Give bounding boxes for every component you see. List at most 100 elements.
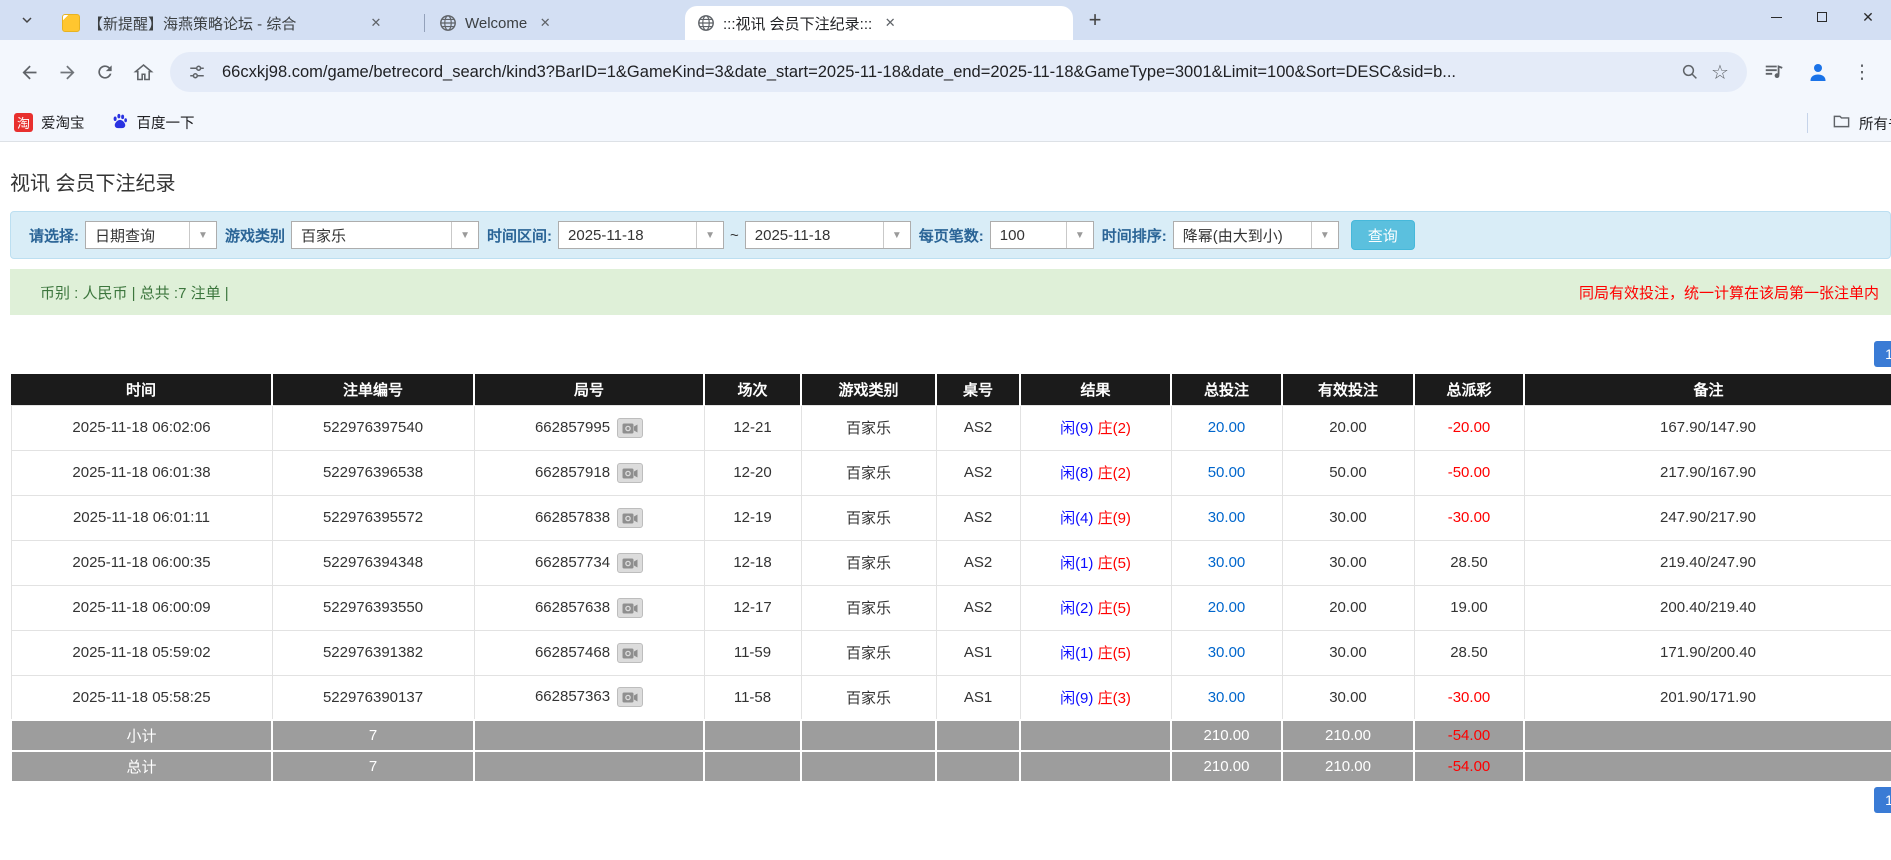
video-replay-button[interactable]	[617, 462, 644, 483]
globe-favicon-icon	[697, 14, 715, 32]
address-bar[interactable]: 66cxkj98.com/game/betrecord_search/kind3…	[170, 52, 1747, 92]
cell-time: 2025-11-18 06:00:35	[10, 539, 273, 586]
video-camera-icon	[622, 513, 638, 523]
cell-valid-bet: 30.00	[1281, 494, 1415, 541]
cell-session: 12-19	[703, 494, 802, 541]
total-bet-link[interactable]: 20.00	[1208, 599, 1246, 616]
video-camera-icon	[622, 648, 638, 658]
cell-session: 12-20	[703, 449, 802, 496]
video-camera-icon	[622, 468, 638, 478]
all-bookmarks-label: 所有书签	[1859, 116, 1891, 133]
cell-round-id: 662857734	[473, 539, 705, 586]
cell-total-bet: 50.00	[1170, 449, 1283, 496]
page-1-button[interactable]: 1	[1874, 787, 1891, 813]
tab-search-button[interactable]	[12, 5, 42, 35]
cell-round-id: 662857918	[473, 449, 705, 496]
video-camera-icon	[622, 558, 638, 568]
cell-total-bet: 30.00	[1170, 539, 1283, 586]
cell-game-type: 百家乐	[800, 404, 937, 451]
video-replay-button[interactable]	[617, 552, 644, 573]
chevron-down-icon: ▼	[1065, 222, 1093, 248]
bookmark-baidu[interactable]: 百度一下	[111, 112, 195, 134]
video-replay-button[interactable]	[617, 417, 644, 438]
all-bookmarks[interactable]: 所有书签	[1807, 104, 1891, 141]
url-text[interactable]: 66cxkj98.com/game/betrecord_search/kind3…	[222, 63, 1665, 82]
video-replay-button[interactable]	[617, 597, 644, 618]
result-banker: 庄(5)	[1097, 600, 1131, 617]
result-banker: 庄(5)	[1097, 645, 1131, 662]
forward-button[interactable]	[48, 53, 86, 91]
video-replay-button[interactable]	[617, 642, 644, 663]
browser-menu-button[interactable]: ⋮	[1843, 53, 1881, 91]
profile-avatar-button[interactable]	[1799, 53, 1837, 91]
cell-payout: 19.00	[1413, 584, 1525, 631]
summary-payout: -54.00	[1413, 719, 1525, 752]
tab-close-button[interactable]: ✕	[366, 13, 386, 33]
cell-bet-id: 522976393550	[271, 584, 475, 631]
window-maximize-button[interactable]	[1799, 0, 1845, 34]
bookmark-star-icon[interactable]: ☆	[1705, 57, 1735, 87]
date-start-select[interactable]: 2025-11-18 ▼	[558, 221, 725, 249]
video-replay-button[interactable]	[617, 687, 644, 708]
video-replay-button[interactable]	[617, 507, 644, 528]
date-end-select[interactable]: 2025-11-18 ▼	[744, 221, 911, 249]
cell-bet-id: 522976396538	[271, 449, 475, 496]
tab-title: Welcome	[465, 14, 528, 32]
cell-round-id: 662857838	[473, 494, 705, 541]
bookmark-taobao[interactable]: 淘 爱淘宝	[14, 112, 85, 133]
total-bet-link[interactable]: 30.00	[1208, 644, 1246, 661]
page-size-select[interactable]: 100 ▼	[989, 221, 1094, 249]
total-bet-link[interactable]: 50.00	[1208, 464, 1246, 481]
person-avatar-icon	[1810, 64, 1826, 81]
total-bet-link[interactable]: 30.00	[1208, 689, 1246, 706]
tab-welcome[interactable]: Welcome ✕	[427, 6, 685, 40]
home-button[interactable]	[124, 53, 162, 91]
new-tab-button[interactable]: +	[1081, 6, 1109, 34]
tab-forum[interactable]: 【新提醒】海燕策略论坛 - 综合 ✕	[50, 6, 422, 40]
bookmarks-divider	[1807, 113, 1808, 133]
tab-bet-records-active[interactable]: :::视讯 会员下注纪录::: ✕	[685, 6, 1073, 40]
table-row: 2025-11-18 06:01:11 522976395572 6628578…	[10, 494, 1891, 541]
mode-select[interactable]: 日期查询 ▼	[85, 221, 217, 249]
cell-table-no: AS2	[935, 449, 1021, 496]
video-camera-icon	[622, 603, 638, 613]
cell-payout: 28.50	[1413, 539, 1525, 586]
cell-table-no: AS1	[935, 674, 1021, 721]
cell-result: 闲(2) 庄(5)	[1019, 584, 1172, 631]
reload-button[interactable]	[86, 53, 124, 91]
total-bet-link[interactable]: 30.00	[1208, 554, 1246, 571]
page-1-button[interactable]: 1	[1874, 341, 1891, 367]
sort-select[interactable]: 降幂(由大到小) ▼	[1172, 221, 1339, 249]
summary-row: 总计 7 210.00 210.00 -54.00	[10, 750, 1891, 783]
game-type-select[interactable]: 百家乐 ▼	[291, 221, 480, 249]
date-range-label: 时间区间:	[487, 227, 553, 245]
site-settings-tune-icon[interactable]	[182, 57, 212, 87]
cell-remark: 219.40/247.90	[1523, 539, 1891, 586]
search-button[interactable]: 查询	[1350, 220, 1415, 250]
media-controls-button[interactable]	[1755, 53, 1793, 91]
reload-icon	[98, 65, 112, 79]
window-close-button[interactable]: ✕	[1845, 0, 1891, 34]
cell-table-no: AS2	[935, 494, 1021, 541]
total-bet-link[interactable]: 30.00	[1208, 509, 1246, 526]
summary-row: 小计 7 210.00 210.00 -54.00	[10, 719, 1891, 752]
range-separator: ~	[730, 226, 739, 244]
result-player: 闲(9)	[1060, 689, 1094, 707]
tab-close-button[interactable]: ✕	[535, 13, 555, 33]
pagination-bottom: 1	[10, 787, 1891, 813]
result-player: 闲(1)	[1060, 645, 1094, 662]
window-minimize-button[interactable]	[1753, 0, 1799, 34]
table-row: 2025-11-18 06:00:35 522976394348 6628577…	[10, 539, 1891, 586]
cell-table-no: AS1	[935, 629, 1021, 676]
sort-label: 时间排序:	[1101, 227, 1167, 245]
column-header: 总投注	[1171, 374, 1283, 405]
baidu-paw-icon	[111, 112, 129, 134]
bookmark-label: 爱淘宝	[41, 116, 85, 132]
page-size-label: 每页笔数:	[918, 227, 984, 245]
result-player: 闲(9)	[1060, 420, 1094, 437]
back-button[interactable]	[10, 53, 48, 91]
zoom-search-icon[interactable]	[1675, 57, 1705, 87]
tab-close-button[interactable]: ✕	[880, 13, 900, 33]
total-bet-link[interactable]: 20.00	[1208, 419, 1246, 436]
cell-total-bet: 30.00	[1170, 494, 1283, 541]
